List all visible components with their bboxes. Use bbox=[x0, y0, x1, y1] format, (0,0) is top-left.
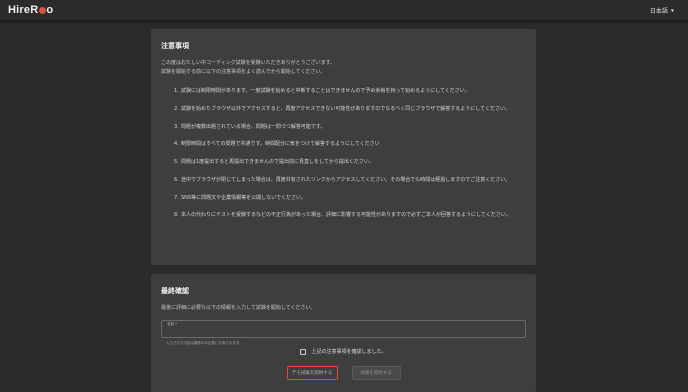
start-test-button[interactable]: 試験を開始する bbox=[351, 366, 401, 380]
rule-text: SNS等に問題文や企業情報等を公開しないでください。 bbox=[181, 194, 306, 201]
rule-text: 本人の代わりにテストを受験するなどの不正行為があった場合、評価に影響する可能性が… bbox=[181, 212, 511, 219]
rule-text: 問題が複数出題されている場合、問題は一問づつ解答可能です。 bbox=[181, 123, 326, 130]
name-helper-text: 入力された内容は選考中の企業に共有されます。 bbox=[166, 341, 243, 345]
final-title: 最終確認 bbox=[161, 287, 189, 295]
language-selector[interactable]: 日本語 ▼ bbox=[650, 6, 674, 15]
confirm-checkbox[interactable] bbox=[300, 348, 307, 355]
start-demo-button[interactable]: デモ試験を開始する bbox=[286, 366, 338, 380]
hireroo-logo[interactable]: HireR o bbox=[8, 4, 53, 16]
rule-number: 8. bbox=[174, 212, 179, 219]
rule-number: 2. bbox=[174, 105, 179, 112]
rule-number: 6. bbox=[174, 176, 179, 183]
rule-item: 6. 途中でブラウザが閉じてしまった場合は、再度共有されたリンクからアクセスしてく… bbox=[174, 176, 524, 185]
final-description: 最後に評価に必要な以下の情報を入力して試験を開始してください。 bbox=[161, 305, 316, 311]
rule-number: 1. bbox=[174, 88, 179, 94]
rule-item: 2. 試験を始めたブラウザ以外でアクセスすると、再度アクセスできない可能性がありま… bbox=[174, 105, 524, 114]
rule-text: 試験を始めたブラウザ以外でアクセスすると、再度アクセスできない可能性がありますの… bbox=[181, 105, 511, 112]
notes-card: 注意事項 この度はおたしい中コーディング試験を受験いただきありがとうございます。… bbox=[151, 29, 536, 265]
rule-text: 問題は1度提出すると再提出できませんので提出前に見直しをしてから提出ください。 bbox=[181, 159, 374, 166]
rule-item: 1. 試験には制限時間があります。一度試験を始めると中断することはできませんので予… bbox=[174, 87, 524, 96]
rule-text: 試験には制限時間があります。一度試験を始めると中断することはできませんので予め余… bbox=[181, 88, 470, 94]
rule-number: 3. bbox=[174, 123, 179, 130]
language-label: 日本語 bbox=[649, 8, 668, 15]
rule-item: 5. 問題は1度提出すると再提出できませんので提出前に見直しをしてから提出ください… bbox=[174, 158, 524, 167]
confirm-label[interactable]: 上記の注意事項を確認しました。 bbox=[311, 348, 386, 355]
final-check-card: 最終確認 最後に評価に必要な以下の情報を入力して試験を開始してください。 名前 … bbox=[151, 274, 536, 392]
notes-intro-line: 試験を開始する前に以下の注意事項をよく読んでから開始してください。 bbox=[161, 69, 326, 75]
confirm-row: 上記の注意事項を確認しました。 bbox=[151, 348, 536, 355]
rule-item: 3. 問題が複数出題されている場合、問題は一問づつ解答可能です。 bbox=[174, 123, 524, 132]
rule-item: 7. SNS等に問題文や企業情報等を公開しないでください。 bbox=[174, 194, 524, 203]
logo-mark-icon bbox=[39, 6, 47, 14]
logo-text: HireR bbox=[8, 4, 39, 16]
action-buttons: デモ試験を開始する 試験を開始する bbox=[151, 366, 536, 380]
rule-text: 途中でブラウザが閉じてしまった場合は、再度共有されたリンクからアクセスしてくださ… bbox=[181, 176, 511, 183]
rule-number: 7. bbox=[174, 194, 179, 201]
rule-number: 4. bbox=[174, 141, 179, 148]
top-bar: HireR o 日本語 ▼ bbox=[0, 0, 688, 21]
rules-list: 1. 試験には制限時間があります。一度試験を始めると中断することはできませんので予… bbox=[161, 87, 526, 220]
rule-item: 8. 本人の代わりにテストを受験するなどの不正行為があった場合、評価に影響する可能… bbox=[174, 211, 524, 220]
notes-intro: この度はおたしい中コーディング試験を受験いただきありがとうございます。 試験を開… bbox=[161, 59, 526, 77]
caret-down-icon: ▼ bbox=[670, 8, 674, 13]
notes-intro-line: この度はおたしい中コーディング試験を受験いただきありがとうございます。 bbox=[161, 60, 336, 66]
rule-number: 5. bbox=[174, 159, 179, 166]
logo-text-tail: o bbox=[46, 4, 54, 16]
rule-item: 4. 制限時間はすべての問題で共通です。時間配分に気をつけて解答するようにしてくだ… bbox=[174, 140, 524, 149]
rule-text: 制限時間はすべての問題で共通です。時間配分に気をつけて解答するようにしてください bbox=[181, 141, 380, 148]
name-field[interactable]: 名前 * bbox=[161, 320, 526, 338]
notes-title: 注意事項 bbox=[161, 42, 189, 50]
name-input[interactable] bbox=[167, 327, 517, 337]
